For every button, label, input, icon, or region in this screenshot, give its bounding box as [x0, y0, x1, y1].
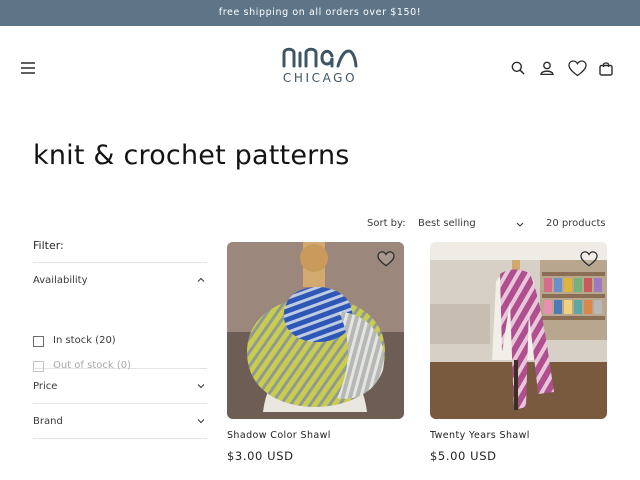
option-label: In stock (20)	[53, 335, 116, 346]
availability-label: Availability	[33, 275, 88, 286]
sort-value: Best selling	[418, 218, 476, 229]
search-button[interactable]	[507, 57, 529, 79]
availability-toggle[interactable]: Availability	[33, 263, 207, 297]
product-title[interactable]: Shadow Color Shawl	[227, 430, 404, 441]
filter-sidebar: Filter: Availability In stock (20) Out o…	[33, 236, 207, 439]
account-icon	[540, 61, 554, 75]
product-image[interactable]	[227, 242, 404, 419]
cart-icon	[599, 61, 613, 76]
announcement-text: free shipping on all orders over $150!	[218, 7, 422, 18]
product-price: $3.00 USD	[227, 449, 294, 463]
price-label: Price	[33, 381, 58, 392]
filter-brand[interactable]: Brand	[33, 404, 207, 439]
chevron-down-icon	[197, 384, 205, 389]
menu-icon	[21, 62, 35, 74]
product-card[interactable]: Twenty Years Shawl $5.00 USD	[430, 242, 607, 463]
product-image[interactable]	[430, 242, 607, 419]
product-card[interactable]: Shadow Color Shawl $3.00 USD	[227, 242, 404, 463]
sort-select[interactable]: Best selling	[418, 218, 526, 232]
sort-label: Sort by:	[367, 218, 406, 229]
chevron-down-icon	[516, 222, 524, 227]
wishlist-button[interactable]	[566, 57, 588, 79]
shawl-photo	[430, 242, 607, 419]
logo-script	[282, 47, 358, 68]
announcement-bar: free shipping on all orders over $150!	[0, 0, 640, 26]
heart-icon[interactable]	[377, 250, 395, 268]
price-toggle[interactable]: Price	[33, 369, 207, 403]
logo-subtitle: CHICAGO	[282, 71, 358, 85]
cart-button[interactable]	[595, 57, 617, 79]
product-price: $5.00 USD	[430, 449, 497, 463]
menu-button[interactable]	[17, 57, 39, 79]
product-title[interactable]: Twenty Years Shawl	[430, 430, 607, 441]
filter-price[interactable]: Price	[33, 369, 207, 404]
site-logo[interactable]: CHICAGO	[272, 44, 368, 92]
filter-availability: Availability In stock (20) Out of stock …	[33, 263, 207, 372]
heart-icon	[567, 59, 587, 76]
account-button[interactable]	[536, 57, 558, 79]
brand-label: Brand	[33, 416, 63, 427]
collection-title: knit & crochet patterns	[33, 140, 350, 171]
search-icon	[511, 61, 525, 75]
checkbox[interactable]	[33, 336, 44, 347]
brand-toggle[interactable]: Brand	[33, 404, 207, 438]
site-header: CHICAGO	[0, 26, 640, 112]
chevron-up-icon	[197, 277, 205, 282]
chevron-down-icon	[197, 419, 205, 424]
product-count: 20 products	[546, 218, 606, 229]
shawl-photo	[227, 242, 404, 419]
heart-icon[interactable]	[580, 250, 598, 268]
sort-bar: Sort by: Best selling 20 products	[0, 216, 640, 232]
filter-heading: Filter:	[33, 236, 207, 263]
